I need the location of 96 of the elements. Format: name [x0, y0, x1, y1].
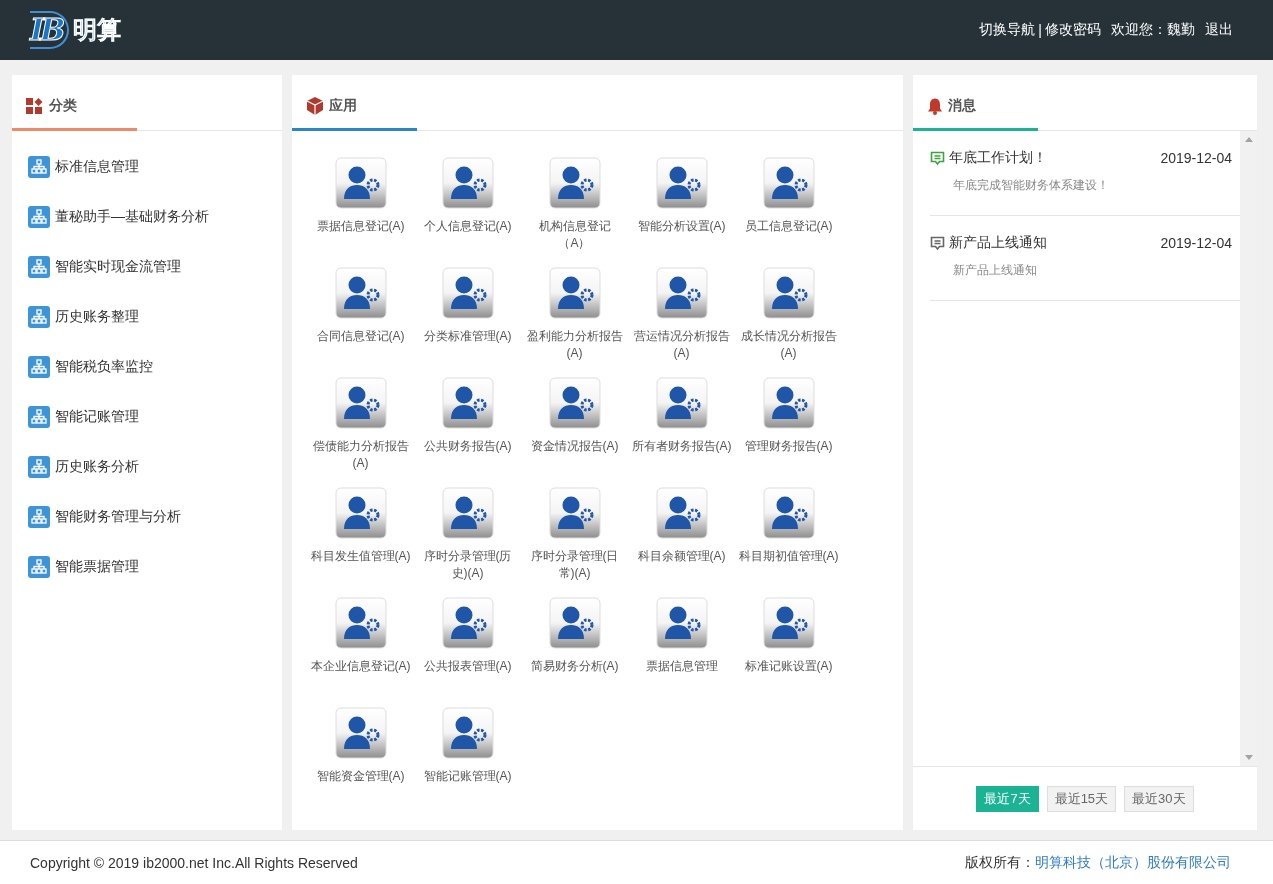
app-label[interactable]: 营运情况分析报告(A): [631, 328, 732, 362]
panel-title: 应用: [329, 97, 357, 115]
message-title[interactable]: 新产品上线通知: [949, 234, 1157, 252]
header-link[interactable]: 修改密码: [1045, 21, 1101, 39]
panel-title: 分类: [49, 97, 77, 115]
user-settings-icon[interactable]: [441, 707, 494, 759]
app-label[interactable]: 资金情况报告(A): [524, 438, 625, 455]
sitemap-icon: [28, 456, 50, 478]
user-settings-icon[interactable]: [655, 377, 708, 429]
user-settings-icon[interactable]: [762, 487, 815, 539]
cube-icon: [306, 97, 324, 115]
sitemap-icon: [28, 356, 50, 378]
app-label[interactable]: 机构信息登记（A）: [524, 218, 625, 252]
app-label[interactable]: 员工信息登记(A): [738, 218, 839, 235]
welcome-text: 欢迎您：魏勤: [1111, 21, 1195, 39]
app-label[interactable]: 偿债能力分析报告(A): [310, 438, 411, 472]
filter-button[interactable]: 最近30天: [1124, 785, 1194, 812]
app-label[interactable]: 个人信息登记(A): [417, 218, 518, 235]
user-settings-icon[interactable]: [762, 597, 815, 649]
message-body: 新产品上线通知: [953, 262, 1038, 279]
category-item[interactable]: 智能记账管理: [55, 408, 139, 426]
message-date: 2019-12-04: [1160, 235, 1232, 251]
sitemap-icon: [28, 156, 50, 178]
user-settings-icon[interactable]: [334, 377, 387, 429]
user-settings-icon[interactable]: [334, 157, 387, 209]
message-body: 年底完成智能财务体系建设！: [953, 177, 1110, 194]
user-settings-icon[interactable]: [655, 267, 708, 319]
category-item[interactable]: 历史账务整理: [55, 308, 139, 326]
app-label[interactable]: 公共财务报告(A): [417, 438, 518, 455]
app-label[interactable]: 票据信息管理: [631, 658, 732, 675]
sitemap-icon: [28, 256, 50, 278]
app-label[interactable]: 所有者财务报告(A): [631, 438, 732, 455]
user-settings-icon[interactable]: [762, 157, 815, 209]
user-settings-icon[interactable]: [441, 597, 494, 649]
app-label[interactable]: 管理财务报告(A): [738, 438, 839, 455]
category-item[interactable]: 董秘助手—基础财务分析: [55, 208, 209, 226]
app-label[interactable]: 合同信息登记(A): [310, 328, 411, 345]
user-settings-icon[interactable]: [334, 707, 387, 759]
filter-button[interactable]: 最近15天: [1046, 785, 1117, 812]
app-label[interactable]: 科目发生值管理(A): [310, 548, 411, 565]
app-label[interactable]: 科目余额管理(A): [631, 548, 732, 565]
user-settings-icon[interactable]: [334, 597, 387, 649]
sitemap-icon: [28, 406, 50, 428]
user-settings-icon[interactable]: [441, 377, 494, 429]
sitemap-icon: [28, 506, 50, 528]
user-settings-icon[interactable]: [655, 597, 708, 649]
blocks-icon: [26, 97, 44, 115]
user-settings-icon[interactable]: [548, 157, 601, 209]
app-label[interactable]: 智能资金管理(A): [310, 768, 411, 785]
message-date: 2019-12-04: [1160, 150, 1232, 166]
user-settings-icon[interactable]: [441, 267, 494, 319]
bell-icon: [927, 97, 943, 115]
user-settings-icon[interactable]: [548, 267, 601, 319]
company-link[interactable]: 明算科技（北京）股份有限公司: [1035, 853, 1231, 872]
category-item[interactable]: 智能票据管理: [55, 558, 139, 576]
user-settings-icon[interactable]: [762, 377, 815, 429]
message-title[interactable]: 年底工作计划！: [949, 149, 1157, 167]
sitemap-icon: [28, 556, 50, 578]
panel-title: 消息: [948, 97, 976, 115]
app-label[interactable]: 票据信息登记(A): [310, 218, 411, 235]
logo-text: 明算: [73, 15, 122, 46]
app-label[interactable]: 智能记账管理(A): [417, 768, 518, 785]
header-link[interactable]: 切换导航: [979, 21, 1036, 39]
user-settings-icon[interactable]: [548, 597, 601, 649]
category-item[interactable]: 智能税负率监控: [55, 358, 153, 376]
rights-label: 版权所有：: [965, 853, 1035, 872]
user-settings-icon[interactable]: [548, 377, 601, 429]
sitemap-icon: [28, 306, 50, 328]
copyright-text: Copyright © 2019 ib2000.net Inc.All Rights Reserved: [30, 854, 358, 871]
app-label[interactable]: 科目期初值管理(A): [738, 548, 839, 565]
app-label[interactable]: 智能分析设置(A): [631, 218, 732, 235]
app-label[interactable]: 序时分录管理(日常)(A): [524, 548, 625, 582]
user-settings-icon[interactable]: [655, 157, 708, 209]
category-item[interactable]: 标准信息管理: [55, 158, 139, 176]
header-link[interactable]: 退出: [1205, 21, 1233, 39]
logo-mark: IB: [30, 11, 70, 49]
user-settings-icon[interactable]: [441, 487, 494, 539]
user-settings-icon[interactable]: [334, 267, 387, 319]
category-item[interactable]: 智能实时现金流管理: [55, 258, 181, 276]
user-settings-icon[interactable]: [548, 487, 601, 539]
app-label[interactable]: 本企业信息登记(A): [310, 658, 411, 675]
category-item[interactable]: 历史账务分析: [55, 458, 139, 476]
separator-text: |: [1038, 22, 1042, 38]
app-label[interactable]: 序时分录管理(历史)(A): [417, 548, 518, 582]
app-label[interactable]: 公共报表管理(A): [417, 658, 518, 675]
user-settings-icon[interactable]: [334, 487, 387, 539]
user-settings-icon[interactable]: [441, 157, 494, 209]
app-label[interactable]: 标准记账设置(A): [738, 658, 839, 675]
app-label[interactable]: 盈利能力分析报告(A): [524, 328, 625, 362]
app-label[interactable]: 分类标准管理(A): [417, 328, 518, 345]
category-item[interactable]: 智能财务管理与分析: [55, 508, 181, 526]
user-settings-icon[interactable]: [762, 267, 815, 319]
app-label[interactable]: 成长情况分析报告(A): [738, 328, 839, 362]
sitemap-icon: [28, 206, 50, 228]
user-settings-icon[interactable]: [655, 487, 708, 539]
app-label[interactable]: 简易财务分析(A): [524, 658, 625, 675]
